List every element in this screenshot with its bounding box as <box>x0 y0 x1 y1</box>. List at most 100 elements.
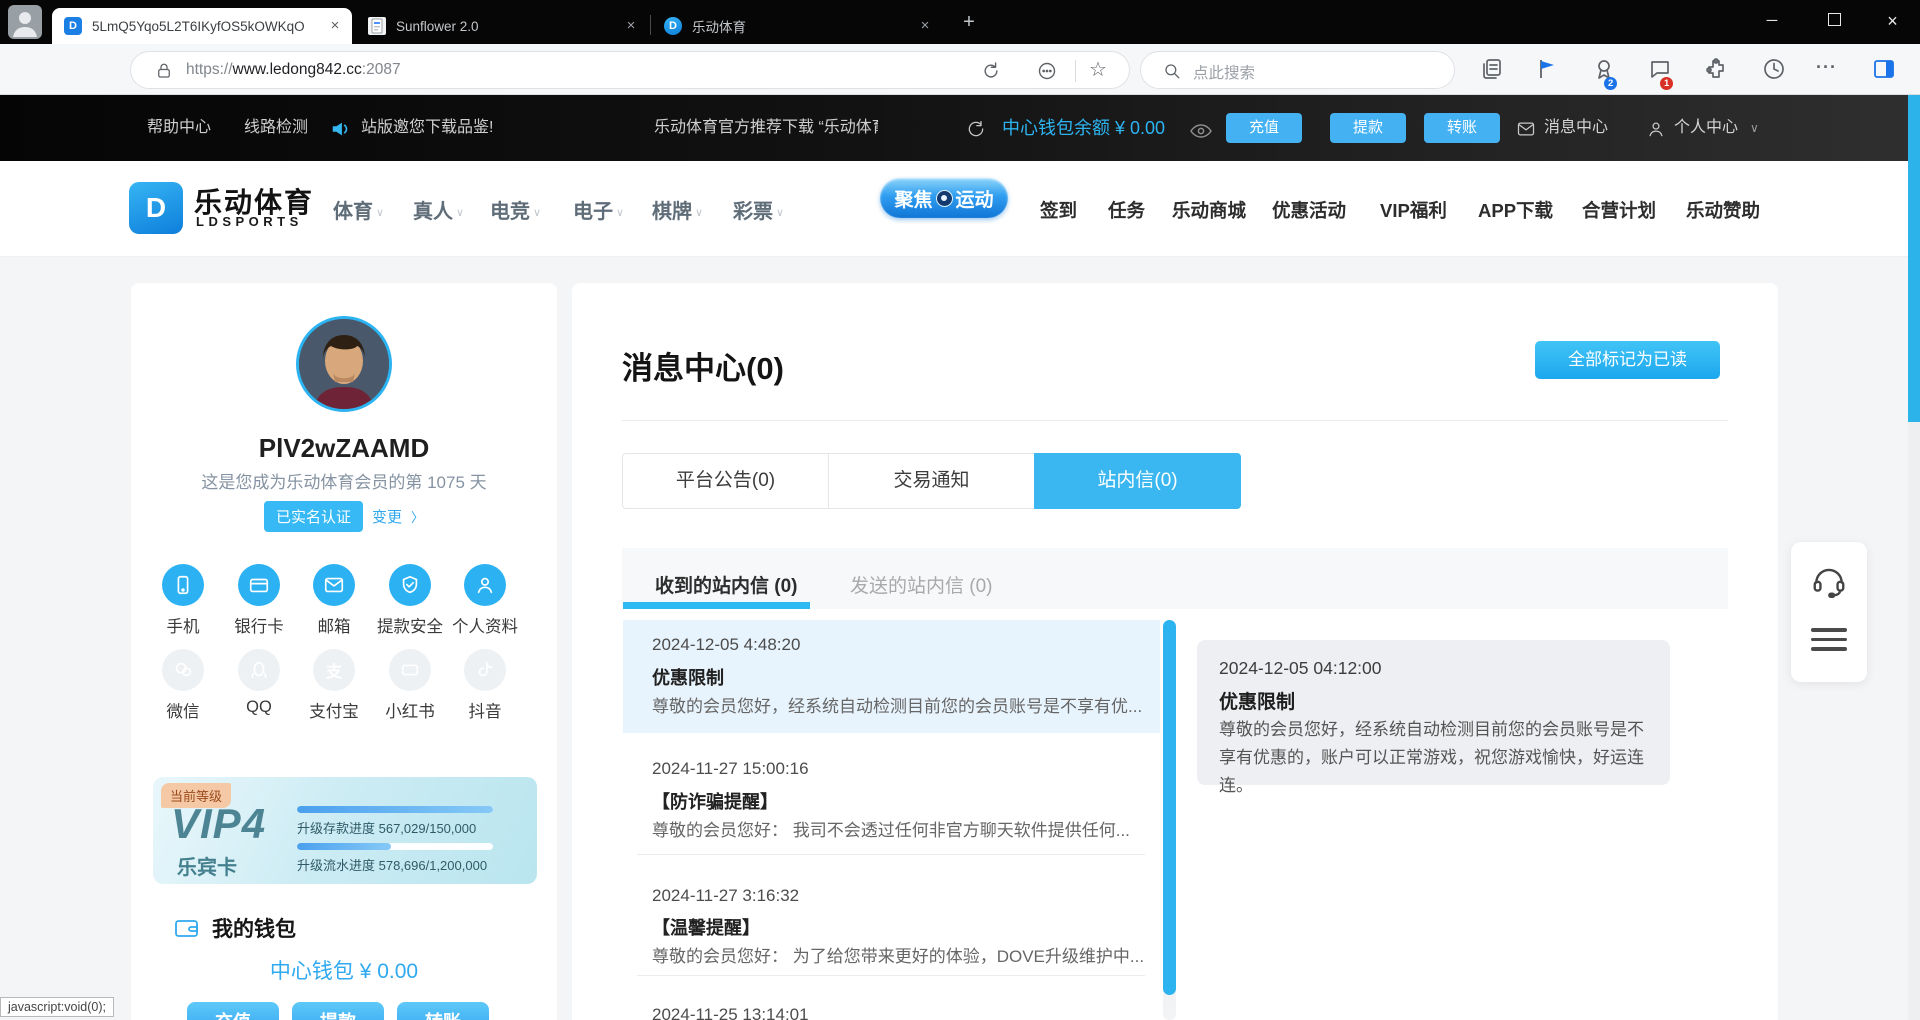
certificate-extension-icon[interactable]: 2 <box>1592 57 1616 81</box>
search-bar[interactable]: 点此搜索 <box>1140 51 1455 89</box>
mark-all-read-button[interactable]: 全部标记为已读 <box>1535 341 1720 379</box>
nav-menu-lottery[interactable]: 彩票∨ <box>733 195 784 224</box>
tab2-close-icon[interactable]: × <box>622 17 640 35</box>
security-item-profile[interactable]: 个人资料 <box>445 564 525 637</box>
message-date[interactable]: 2024-11-27 3:16:32 <box>652 886 799 906</box>
sidebar-withdraw-button[interactable]: 提款 <box>292 1002 384 1020</box>
site-logo-icon[interactable]: D <box>129 182 183 234</box>
tab-separator <box>650 15 651 35</box>
status-bar-link-preview: javascript:void(0); <box>0 997 114 1017</box>
refresh-balance-icon[interactable] <box>966 119 986 139</box>
security-item-phone[interactable]: 手机 <box>143 564 223 637</box>
browser-tab-2[interactable]: Sunflower 2.0 × <box>356 8 648 44</box>
detail-date: 2024-12-05 04:12:00 <box>1219 658 1382 679</box>
message-center-link[interactable]: 消息中心 <box>1544 95 1608 161</box>
transfer-button[interactable]: 转账 <box>1424 113 1500 143</box>
message-date[interactable]: 2024-12-05 4:48:20 <box>652 635 800 655</box>
message-title[interactable]: 优惠限制 <box>652 664 724 690</box>
nav-link-app[interactable]: APP下载 <box>1478 197 1553 223</box>
chat-extension-icon[interactable]: 1 <box>1648 57 1672 81</box>
nav-menu-slots[interactable]: 电子∨ <box>573 195 624 224</box>
nav-menu-esports[interactable]: 电竞∨ <box>490 195 541 224</box>
security-item-email[interactable]: 邮箱 <box>294 564 374 637</box>
nav-link-sponsor[interactable]: 乐动赞助 <box>1686 197 1760 223</box>
balance-visibility-eye-icon[interactable] <box>1190 120 1212 142</box>
vip-level-card: 当前等级 VIP4 乐宾卡 升级存款进度 567,029/150,000 升级流… <box>153 777 537 884</box>
url-text[interactable]: https://www.ledong842.cc:2087 <box>186 61 401 79</box>
central-wallet-balance[interactable]: 中心钱包 ¥ 0.00 <box>131 955 557 985</box>
nav-menu-live[interactable]: 真人∨ <box>413 195 464 224</box>
withdraw-button[interactable]: 提款 <box>1330 113 1406 143</box>
favorite-star-icon[interactable]: ☆ <box>1089 57 1107 82</box>
social-item-xiaohongshu[interactable]: 小红书 <box>370 649 450 722</box>
social-item-alipay[interactable]: 支 支付宝 <box>294 649 374 722</box>
avatar[interactable] <box>296 316 392 412</box>
message-preview[interactable]: 尊敬的会员您好： 为了给您带来更好的体验，DOVE升级维护中... <box>652 942 1144 967</box>
wallet-balance-label: 中心钱包余额 ¥ 0.00 <box>1002 95 1165 161</box>
social-item-wechat[interactable]: 微信 <box>143 649 223 722</box>
tab-transaction-notices[interactable]: 交易通知 <box>828 453 1035 509</box>
window-maximize-button[interactable] <box>1803 0 1865 42</box>
message-date[interactable]: 2024-11-27 15:00:16 <box>652 759 809 779</box>
chevron-down-icon: ∨ <box>776 207 784 219</box>
soccer-ball-icon <box>936 190 953 207</box>
extensions-puzzle-icon[interactable] <box>1704 57 1728 81</box>
message-preview[interactable]: 尊敬的会员您好： 我司不会透过任何非官方聊天软件提供任何... <box>652 816 1130 841</box>
collections-pages-icon[interactable] <box>1480 57 1504 81</box>
more-address-actions-icon[interactable] <box>1037 61 1057 81</box>
nav-link-tasks[interactable]: 任务 <box>1108 197 1145 223</box>
chevron-down-icon: ∨ <box>695 207 703 219</box>
site-info-lock-icon[interactable] <box>155 62 173 80</box>
security-item-bankcard[interactable]: 银行卡 <box>219 564 299 637</box>
help-center-link[interactable]: 帮助中心 <box>147 95 211 161</box>
chat-badge: 1 <box>1660 77 1673 90</box>
nav-link-promos[interactable]: 优惠活动 <box>1272 197 1346 223</box>
nav-menu-sports[interactable]: 体育∨ <box>333 195 384 224</box>
browser-tab-3[interactable]: D 乐动体育 × <box>652 8 942 44</box>
reload-page-tools-icon[interactable] <box>981 61 1001 81</box>
browser-profile-avatar-icon[interactable] <box>8 5 42 39</box>
history-icon[interactable] <box>1762 57 1786 81</box>
list-divider <box>637 854 1145 855</box>
tab-inbox-messages[interactable]: 站内信(0) <box>1034 453 1241 509</box>
new-tab-button[interactable]: + <box>956 10 982 36</box>
nav-link-affiliate[interactable]: 合营计划 <box>1582 197 1656 223</box>
tab1-close-icon[interactable]: × <box>326 17 344 35</box>
menu-hamburger-icon[interactable] <box>1791 628 1867 651</box>
tab-platform-announcements[interactable]: 平台公告(0) <box>622 453 829 509</box>
message-preview[interactable]: 尊敬的会员您好，经系统自动检测目前您的会员账号是不享有优... <box>652 692 1142 717</box>
message-title[interactable]: 【温馨提醒】 <box>652 914 760 940</box>
nav-link-vip[interactable]: VIP福利 <box>1380 197 1447 223</box>
message-title[interactable]: 【防诈骗提醒】 <box>652 788 778 814</box>
flag-extension-icon[interactable]: 1.00 <box>1536 57 1560 81</box>
page-scrollbar-thumb[interactable] <box>1908 95 1920 422</box>
nav-link-mall[interactable]: 乐动商城 <box>1172 197 1246 223</box>
personal-center-link[interactable]: 个人中心 <box>1674 95 1738 161</box>
sidebar-toggle-icon[interactable] <box>1872 57 1896 81</box>
social-item-douyin[interactable]: 抖音 <box>445 649 525 722</box>
nav-menu-cards[interactable]: 棋牌∨ <box>652 195 703 224</box>
window-close-button[interactable]: × <box>1865 0 1920 42</box>
customer-service-headset-icon[interactable] <box>1810 562 1848 600</box>
message-list-scrollbar-thumb[interactable] <box>1163 620 1176 995</box>
deposit-button[interactable]: 充值 <box>1226 113 1302 143</box>
chevron-down-icon: ∨ <box>616 207 624 219</box>
change-link[interactable]: 变更 <box>372 506 402 527</box>
subtab-sent[interactable]: 发送的站内信 (0) <box>850 571 993 598</box>
sidebar-deposit-button[interactable]: 充值 <box>187 1002 279 1020</box>
window-minimize-button[interactable]: ─ <box>1741 0 1803 42</box>
security-item-withdraw-safety[interactable]: 提款安全 <box>370 564 450 637</box>
nav-link-checkin[interactable]: 签到 <box>1040 197 1077 223</box>
message-date[interactable]: 2024-11-25 13:14:01 <box>652 1005 809 1020</box>
tab3-close-icon[interactable]: × <box>916 17 934 35</box>
social-item-qq[interactable]: QQ <box>219 649 299 717</box>
announcement-text[interactable]: 站版邀您下载品鉴! <box>361 95 493 161</box>
address-bar[interactable]: https://www.ledong842.cc:2087 ☆ <box>130 51 1130 89</box>
browser-tab-1[interactable]: D 5LmQ5Yqo5L2T6IKyfOS5kOWKqO × <box>52 8 352 44</box>
sidebar-transfer-button[interactable]: 转账 <box>397 1002 489 1020</box>
focus-sports-badge[interactable]: 聚焦运动 <box>880 178 1008 218</box>
settings-more-icon[interactable]: ··· <box>1816 57 1840 81</box>
search-icon <box>1163 62 1181 80</box>
subtab-received[interactable]: 收到的站内信 (0) <box>655 571 798 598</box>
route-check-link[interactable]: 线路检测 <box>244 95 308 161</box>
